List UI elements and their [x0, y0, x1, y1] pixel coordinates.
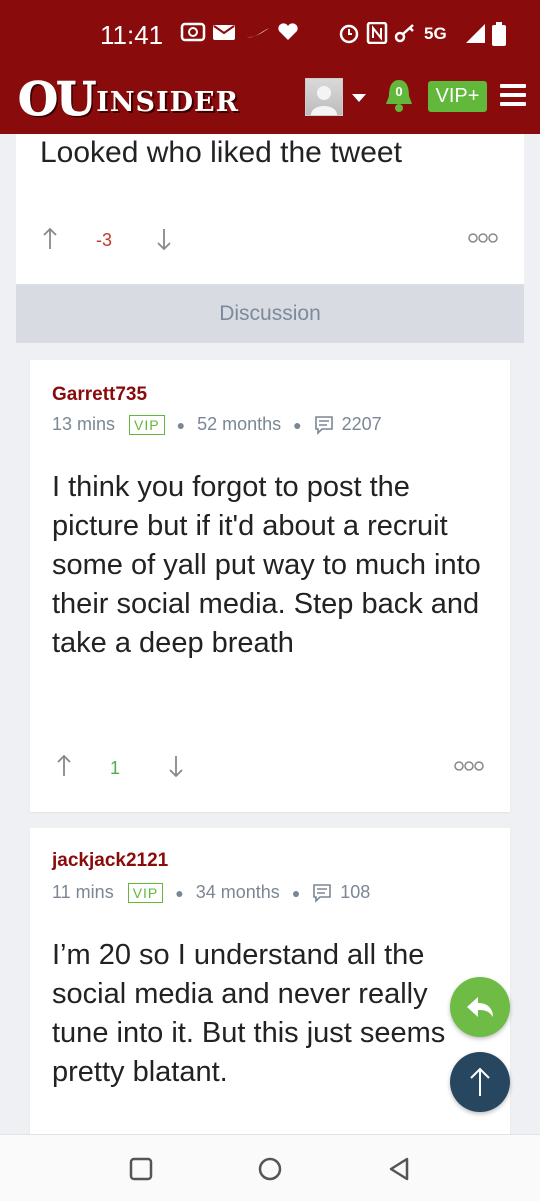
comment-count-icon [314, 415, 333, 435]
reply-arrow-icon [467, 997, 493, 1017]
iheart-icon [278, 23, 298, 40]
more-options-icon[interactable] [454, 760, 484, 772]
comment-count-icon [313, 883, 332, 903]
scroll-to-top-button[interactable] [450, 1052, 510, 1112]
avatar-silhouette-icon [311, 86, 337, 115]
username-link[interactable]: jackjack2121 [52, 850, 168, 872]
logo-ou: OU [17, 72, 96, 126]
post-meta: 13 mins VIP ● 52 months ● 2207 [52, 414, 382, 435]
key-icon [394, 24, 414, 43]
system-nav-bar [0, 1134, 540, 1201]
post-count: 2207 [341, 414, 382, 434]
member-tenure: 52 months [197, 414, 282, 434]
member-tenure: 34 months [195, 882, 280, 902]
downvote-icon[interactable] [156, 227, 172, 251]
hamburger-bar [500, 93, 526, 97]
vip-plus-button[interactable]: VIP+ [428, 81, 487, 112]
separator-dot: ● [293, 416, 302, 433]
post-meta: 11 mins VIP ● 34 months ● 108 [52, 882, 370, 903]
notifications-button[interactable]: 0 [382, 76, 416, 116]
username-link[interactable]: Garrett735 [52, 384, 147, 406]
notification-count: 0 [395, 84, 403, 99]
hamburger-bar [500, 84, 526, 88]
vip-badge: VIP [127, 882, 164, 903]
user-avatar[interactable] [305, 78, 343, 116]
reply-button[interactable] [450, 977, 510, 1037]
separator-dot: ● [175, 884, 184, 901]
network-type: 5G [424, 24, 447, 43]
back-icon[interactable] [387, 1156, 411, 1182]
battery-icon [492, 22, 506, 46]
mail-icon [213, 25, 235, 40]
logo-insider: INSIDER [96, 87, 240, 118]
hamburger-bar [500, 102, 526, 106]
arrow-up-icon [470, 1067, 490, 1096]
clock: 11:41 [100, 20, 164, 50]
app-header: OU INSIDER 0 VIP+ [0, 62, 540, 134]
previous-post-card: Looked who liked the tweet -3 [16, 134, 524, 285]
post-time: 13 mins [52, 414, 116, 434]
post-body: I think you forgot to post the picture b… [52, 471, 481, 659]
post-body: Looked who liked the tweet [40, 136, 402, 169]
downvote-icon[interactable] [168, 754, 184, 778]
post-time: 11 mins [52, 882, 114, 902]
separator-dot: ● [176, 416, 186, 433]
radio-icon [180, 22, 206, 42]
reply-card: Garrett735 13 mins VIP ● 52 months ● 220… [30, 360, 510, 812]
upvote-icon[interactable] [42, 227, 58, 251]
site-logo[interactable]: OU INSIDER [17, 72, 240, 126]
post-body: I’m 20 so I understand all the social me… [52, 939, 446, 1088]
vote-score: -3 [96, 230, 113, 250]
menu-button[interactable] [500, 84, 526, 108]
recents-icon[interactable] [129, 1157, 153, 1181]
upvote-icon[interactable] [56, 754, 72, 778]
status-bar: 11:41 5G [0, 0, 540, 62]
chevron-down-icon[interactable] [352, 94, 366, 102]
nike-icon [246, 28, 269, 38]
separator-dot: ● [291, 884, 301, 901]
alarm-icon [339, 24, 359, 44]
home-icon[interactable] [257, 1156, 283, 1182]
vote-score: 1 [110, 758, 121, 778]
vip-badge: VIP [129, 414, 165, 435]
post-count: 108 [340, 882, 371, 902]
reply-card: jackjack2121 11 mins VIP ● 34 months ● 1… [30, 828, 510, 1134]
discussion-header: Discussion [16, 285, 524, 343]
more-options-icon[interactable] [468, 232, 498, 244]
signal-icon [466, 24, 485, 43]
nfc-icon [366, 22, 388, 44]
